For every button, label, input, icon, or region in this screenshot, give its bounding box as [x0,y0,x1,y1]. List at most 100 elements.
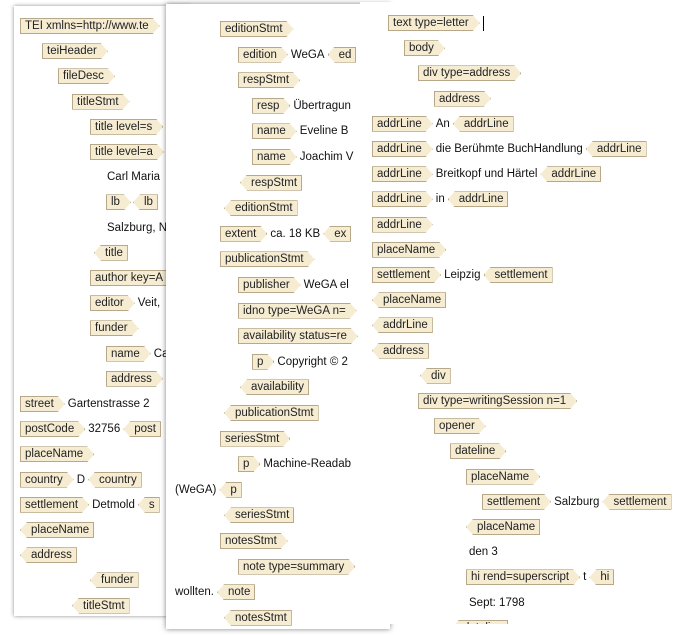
text-node[interactable]: WeGA el [301,279,352,291]
element-start-tag[interactable]: div type=writingSession n=1 [418,393,577,409]
element-start-tag[interactable]: country [20,472,74,488]
tree-row[interactable]: availability status=re [238,327,358,345]
tree-row[interactable]: funder [90,571,139,589]
element-end-tag[interactable]: addrLine [447,191,509,208]
tree-row[interactable]: addrLine [372,216,433,234]
tree-row[interactable]: den 3 [466,543,501,561]
text-node[interactable]: Detmold [89,499,138,511]
element-end-tag[interactable]: funder [90,572,139,589]
element-start-tag[interactable]: TEI xmlns=http://www.te [20,18,160,34]
element-end-tag[interactable]: addrLine [585,141,647,157]
text-node[interactable]: den 3 [466,546,501,558]
xml-structure-panel-edition[interactable]: editionStmt edition WeGA ed respStmt resp Über… [166,4,390,629]
tree-row[interactable]: publisher WeGA el [238,276,352,294]
tree-row[interactable]: titleStmt [72,597,130,615]
tree-row[interactable]: name Eveline B [252,122,351,140]
tree-row[interactable]: funder [90,319,139,337]
tree-row[interactable]: respStmt [240,174,303,192]
tree-row[interactable]: respStmt [238,71,300,89]
element-start-tag[interactable]: placeName [372,242,446,258]
tree-row[interactable]: availability [240,378,310,396]
tree-row[interactable]: settlement Detmold s [20,496,160,514]
element-start-tag[interactable]: editor [90,295,135,311]
tree-row[interactable]: TEI xmlns=http://www.te [20,17,160,35]
text-node[interactable]: t [580,571,589,583]
tree-row[interactable]: street Gartenstrasse 2 [20,395,153,413]
tree-row[interactable]: note type=summary [238,558,355,576]
text-node[interactable]: Übertragun [290,100,354,112]
xml-structure-panel-header[interactable]: TEI xmlns=http://www.te teiHeader fileDesc… [14,6,190,616]
tree-row[interactable]: wollten. note [172,583,256,601]
element-end-tag[interactable]: settlement [483,267,553,283]
text-node[interactable]: Leipzig [441,269,483,281]
tree-row[interactable]: editor Veit, [90,294,163,312]
element-start-tag[interactable]: div type=address [418,65,521,81]
element-start-tag[interactable]: seriesStmt [220,431,290,447]
element-end-tag[interactable]: titleStmt [72,597,130,614]
tree-row[interactable]: author key=A [90,269,174,287]
element-start-tag[interactable]: text type=letter [388,15,480,31]
element-end-tag[interactable]: respStmt [240,174,303,191]
element-end-tag[interactable]: addrLine [372,317,433,334]
element-start-tag[interactable]: note type=summary [238,559,355,575]
tree-row[interactable]: postCode 32756 post [20,420,161,438]
tree-row[interactable]: title [94,244,128,262]
text-node[interactable]: 32756 [85,423,123,435]
text-node[interactable]: Machine-Readab [260,458,354,470]
text-node[interactable]: in [433,193,448,205]
tree-row[interactable]: Carl Maria [104,168,163,186]
tree-row[interactable]: edition WeGA ed [238,46,357,64]
element-start-tag[interactable]: title level=a [90,144,164,160]
tree-row[interactable]: addrLine An addrLine [372,115,514,133]
tree-row[interactable]: opener [434,417,486,435]
element-start-tag[interactable]: availability status=re [238,328,358,344]
element-end-tag[interactable]: ed [327,46,357,63]
text-node[interactable]: Salzburg [551,496,602,508]
element-start-tag[interactable]: placeName [466,469,540,485]
element-start-tag[interactable]: extent [220,226,267,242]
tree-row[interactable]: text type=letter [388,14,484,32]
tree-row[interactable]: hi rend=superscript t hi [466,568,615,586]
element-end-tag[interactable]: s [137,496,160,513]
element-start-tag[interactable]: publisher [238,277,301,293]
element-start-tag[interactable]: opener [434,418,486,434]
element-end-tag[interactable]: settlement [602,493,672,510]
element-start-tag[interactable]: name [252,123,297,139]
tree-row[interactable]: body [404,39,445,57]
text-node[interactable]: wollten. [172,586,217,598]
tree-row[interactable]: addrLine Breitkopf und Härtel addrLine [372,165,602,183]
tree-row[interactable]: seriesStmt [224,506,295,524]
tree-row[interactable]: seriesStmt [220,430,290,448]
tree-row[interactable]: fileDesc [58,67,115,85]
element-end-tag[interactable]: notesStmt [224,609,292,626]
element-end-tag[interactable]: editionStmt [224,200,298,217]
tree-row[interactable]: notesStmt [220,532,288,550]
tree-row[interactable]: placeName [372,291,447,309]
element-end-tag[interactable]: lb [132,194,158,211]
tree-row[interactable]: settlement Salzburg settlement [482,493,672,511]
element-end-tag[interactable]: address [372,342,429,359]
element-end-tag[interactable]: placeName [372,292,447,309]
text-node[interactable]: Gartenstrasse 2 [65,398,153,410]
element-start-tag[interactable]: street [20,396,65,412]
element-start-tag[interactable]: idno type=WeGA n= [238,303,357,319]
element-start-tag[interactable]: title level=s [90,119,163,135]
element-end-tag[interactable]: post [123,421,161,438]
element-end-tag[interactable]: div [420,367,451,384]
text-node[interactable]: Breitkopf und Härtel [433,168,541,180]
tree-row[interactable]: title level=a [90,143,164,161]
text-node[interactable]: D [74,474,88,486]
element-start-tag[interactable]: dateline [450,443,506,459]
text-node[interactable]: Carl Maria [104,171,163,183]
text-node[interactable]: ca. 18 KB [267,228,323,240]
text-node[interactable]: Veit, [135,297,163,309]
element-start-tag[interactable]: settlement [372,267,441,283]
element-start-tag[interactable]: p [238,456,260,472]
tree-row[interactable]: title level=s [90,118,163,136]
tree-row[interactable]: titleStmt [72,93,130,111]
element-start-tag[interactable]: respStmt [238,72,300,88]
text-node[interactable]: Joachim V [297,151,357,163]
tree-row[interactable]: placeName [20,445,94,463]
element-start-tag[interactable]: editionStmt [220,21,294,37]
element-end-tag[interactable]: seriesStmt [224,507,295,524]
